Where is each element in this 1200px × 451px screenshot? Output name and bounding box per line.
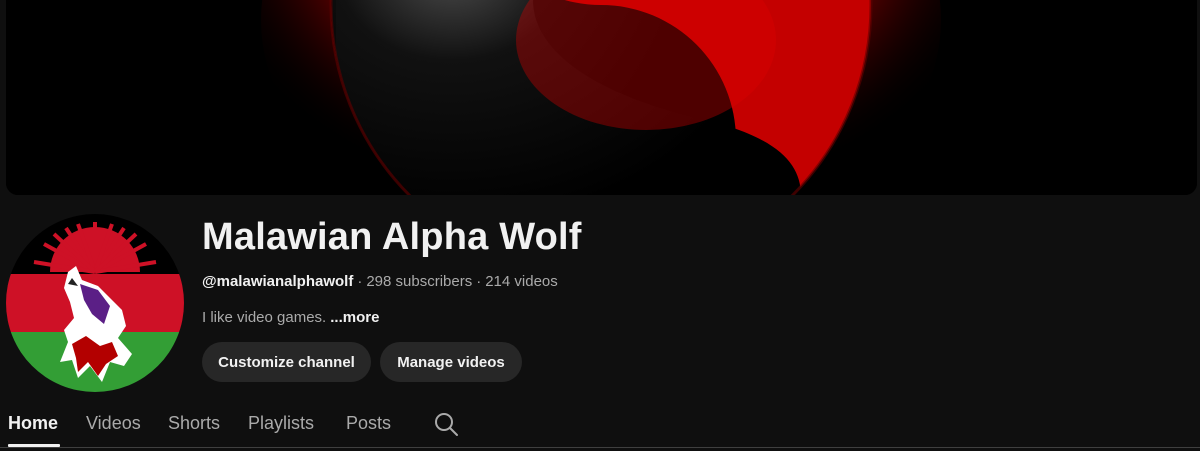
meta-separator: · xyxy=(476,273,482,290)
channel-page: Malawian Alpha Wolf @malawianalphawolf · 2… xyxy=(0,0,1200,451)
channel-meta: @malawianalphawolf · 298 subscribers · 214 v… xyxy=(202,273,558,290)
more-link[interactable]: ...more xyxy=(330,309,379,326)
channel-handle: @malawianalphawolf xyxy=(202,273,354,290)
channel-avatar[interactable] xyxy=(6,214,184,392)
subscriber-count: 298 subscribers xyxy=(366,273,473,290)
banner-yin-yang-art xyxy=(6,0,1197,195)
tabs-divider xyxy=(0,447,1200,448)
channel-banner xyxy=(6,0,1197,195)
channel-name: Malawian Alpha Wolf xyxy=(202,216,582,258)
tab-videos[interactable]: Videos xyxy=(86,413,141,434)
manage-videos-button[interactable]: Manage videos xyxy=(380,342,522,382)
tab-posts[interactable]: Posts xyxy=(346,413,391,434)
meta-separator: · xyxy=(357,273,363,290)
description-text: I like video games. xyxy=(202,309,327,326)
tab-shorts[interactable]: Shorts xyxy=(168,413,220,434)
customize-channel-button[interactable]: Customize channel xyxy=(202,342,371,382)
channel-tabs: Home Videos Shorts Playlists Posts xyxy=(0,400,1200,451)
tab-playlists[interactable]: Playlists xyxy=(248,413,314,434)
channel-description[interactable]: I like video games. ...more xyxy=(202,309,379,326)
search-icon[interactable] xyxy=(433,411,459,437)
tab-home[interactable]: Home xyxy=(8,413,58,434)
malawi-flag-wolf-avatar xyxy=(6,214,184,392)
video-count: 214 videos xyxy=(485,273,558,290)
